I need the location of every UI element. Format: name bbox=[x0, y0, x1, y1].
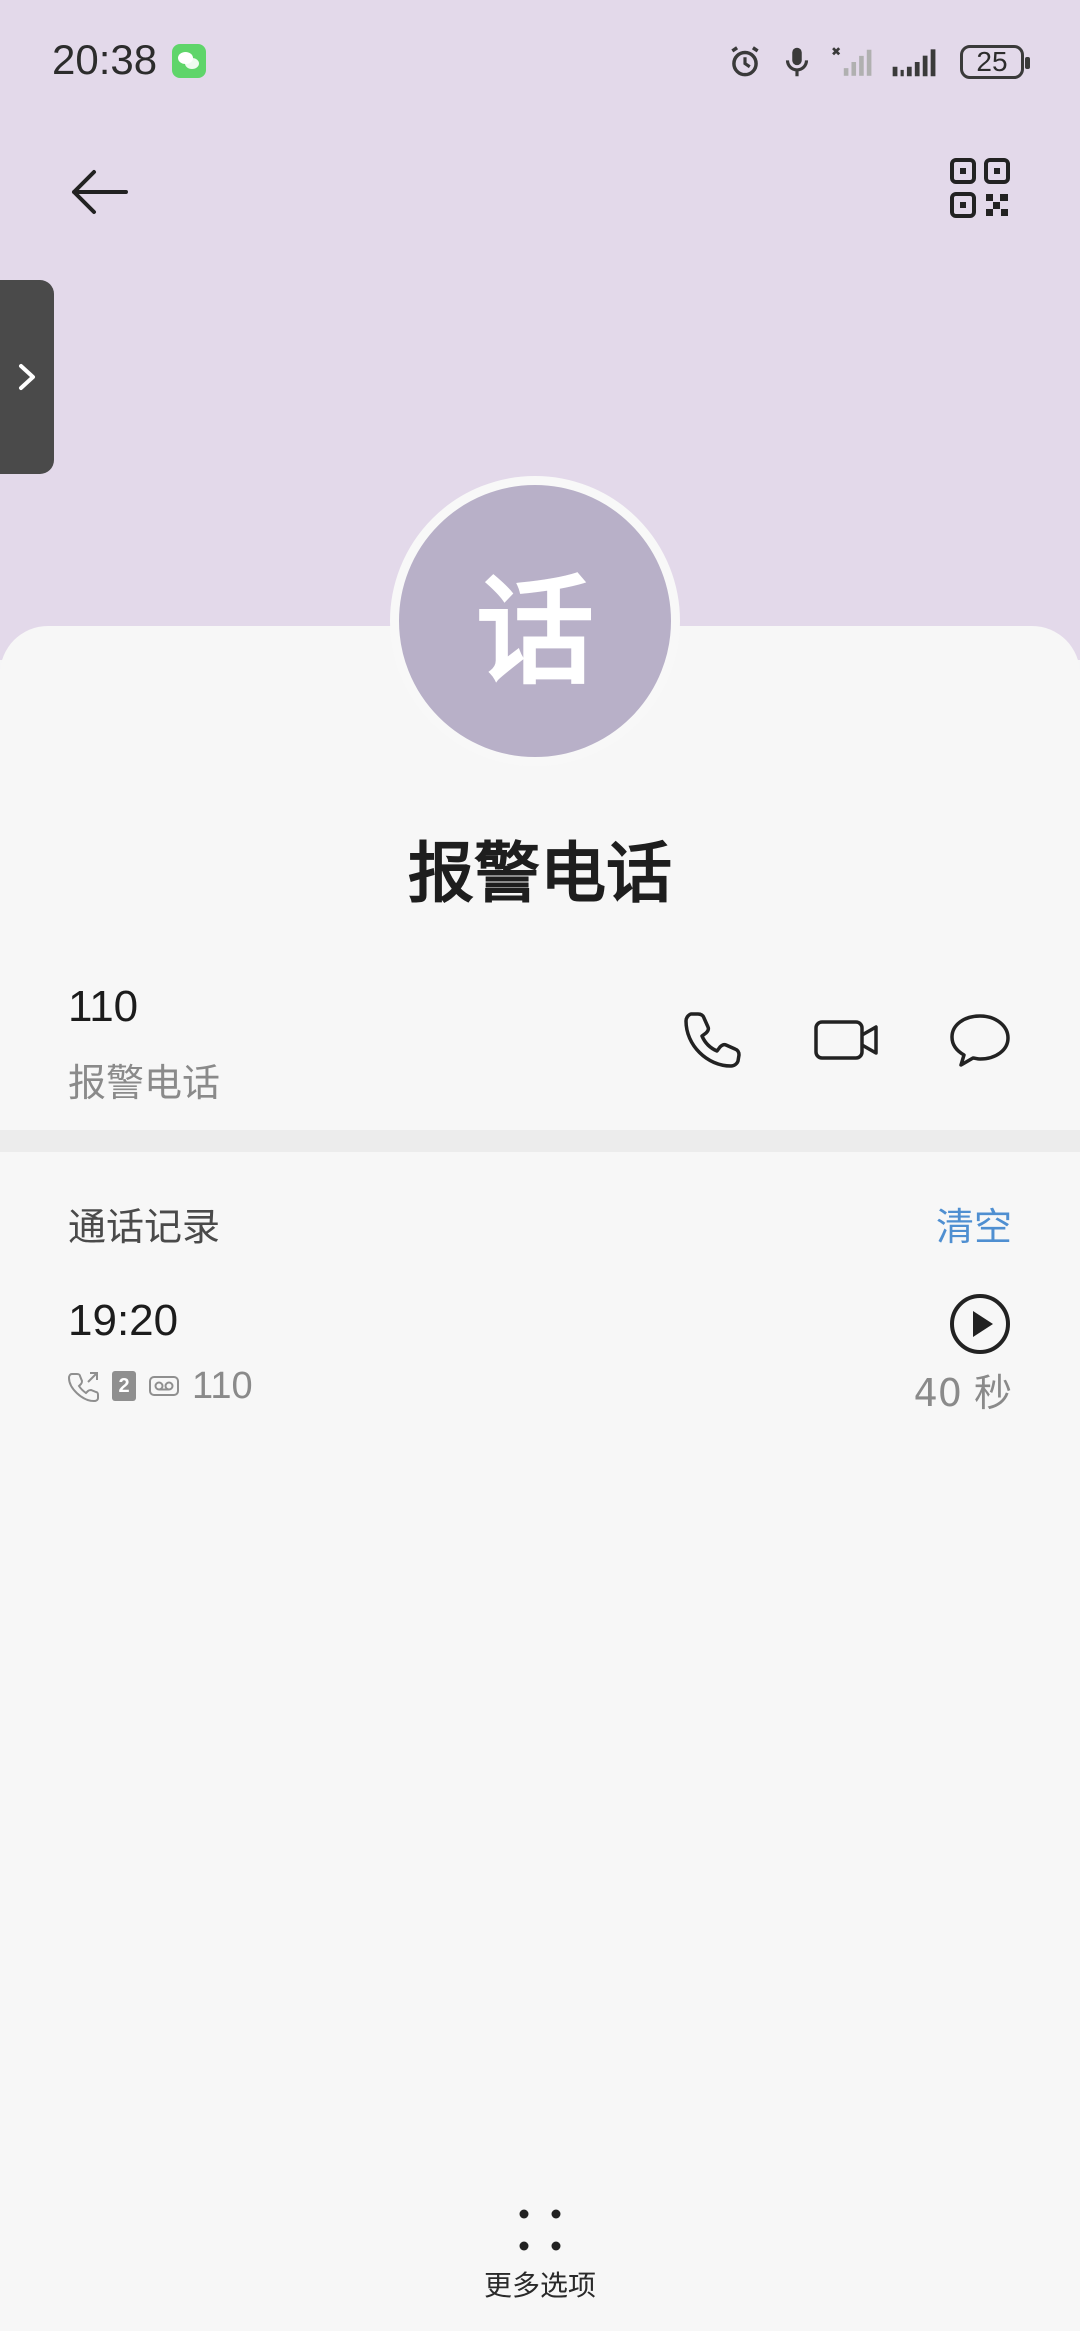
qr-code-icon[interactable] bbox=[948, 156, 1012, 220]
microphone-icon bbox=[785, 47, 809, 77]
call-entry-meta: 2 110 bbox=[68, 1364, 253, 1408]
call-entry-number: 110 bbox=[192, 1364, 253, 1407]
alarm-icon bbox=[731, 46, 759, 77]
video-call-icon[interactable] bbox=[812, 1008, 882, 1072]
call-history-title: 通话记录 bbox=[68, 1205, 221, 1249]
status-bar: 20:38 25 bbox=[0, 0, 1080, 120]
phone-icon[interactable] bbox=[680, 1008, 744, 1072]
phone-number: 110 bbox=[68, 982, 139, 1031]
phone-number-row[interactable]: 110 报警电话 bbox=[0, 970, 1080, 1110]
signal-sim2-icon bbox=[892, 49, 936, 77]
play-recording-icon[interactable] bbox=[948, 1292, 1012, 1356]
clear-history-button[interactable]: 清空 bbox=[936, 1196, 1012, 1251]
wechat-icon bbox=[172, 44, 206, 78]
section-divider bbox=[0, 1130, 1080, 1152]
contact-name: 报警电话 bbox=[408, 835, 672, 912]
sim-card-icon: 2 bbox=[112, 1371, 136, 1401]
voicemail-icon bbox=[149, 1376, 179, 1396]
status-time: 20:38 bbox=[52, 36, 158, 83]
status-icons: 25 bbox=[726, 40, 1030, 84]
call-entry-duration: 40 秒 bbox=[913, 1371, 1012, 1415]
more-options-label: 更多选项 bbox=[483, 2269, 596, 2302]
more-dots-icon bbox=[519, 2209, 561, 2251]
battery-icon: 25 bbox=[960, 45, 1030, 79]
side-panel-handle[interactable] bbox=[0, 280, 54, 474]
signal-sim1-icon bbox=[832, 47, 872, 76]
outgoing-call-icon bbox=[68, 1372, 99, 1402]
message-icon[interactable] bbox=[948, 1008, 1012, 1072]
back-arrow-icon[interactable] bbox=[64, 156, 136, 228]
more-options-button[interactable]: 更多选项 bbox=[440, 2200, 640, 2310]
avatar-initial: 话 bbox=[475, 562, 594, 701]
call-entry-time: 19:20 bbox=[68, 1296, 179, 1345]
phone-label: 报警电话 bbox=[68, 1061, 221, 1105]
contact-avatar[interactable]: 话 bbox=[390, 476, 680, 766]
chevron-right-icon bbox=[19, 364, 35, 390]
